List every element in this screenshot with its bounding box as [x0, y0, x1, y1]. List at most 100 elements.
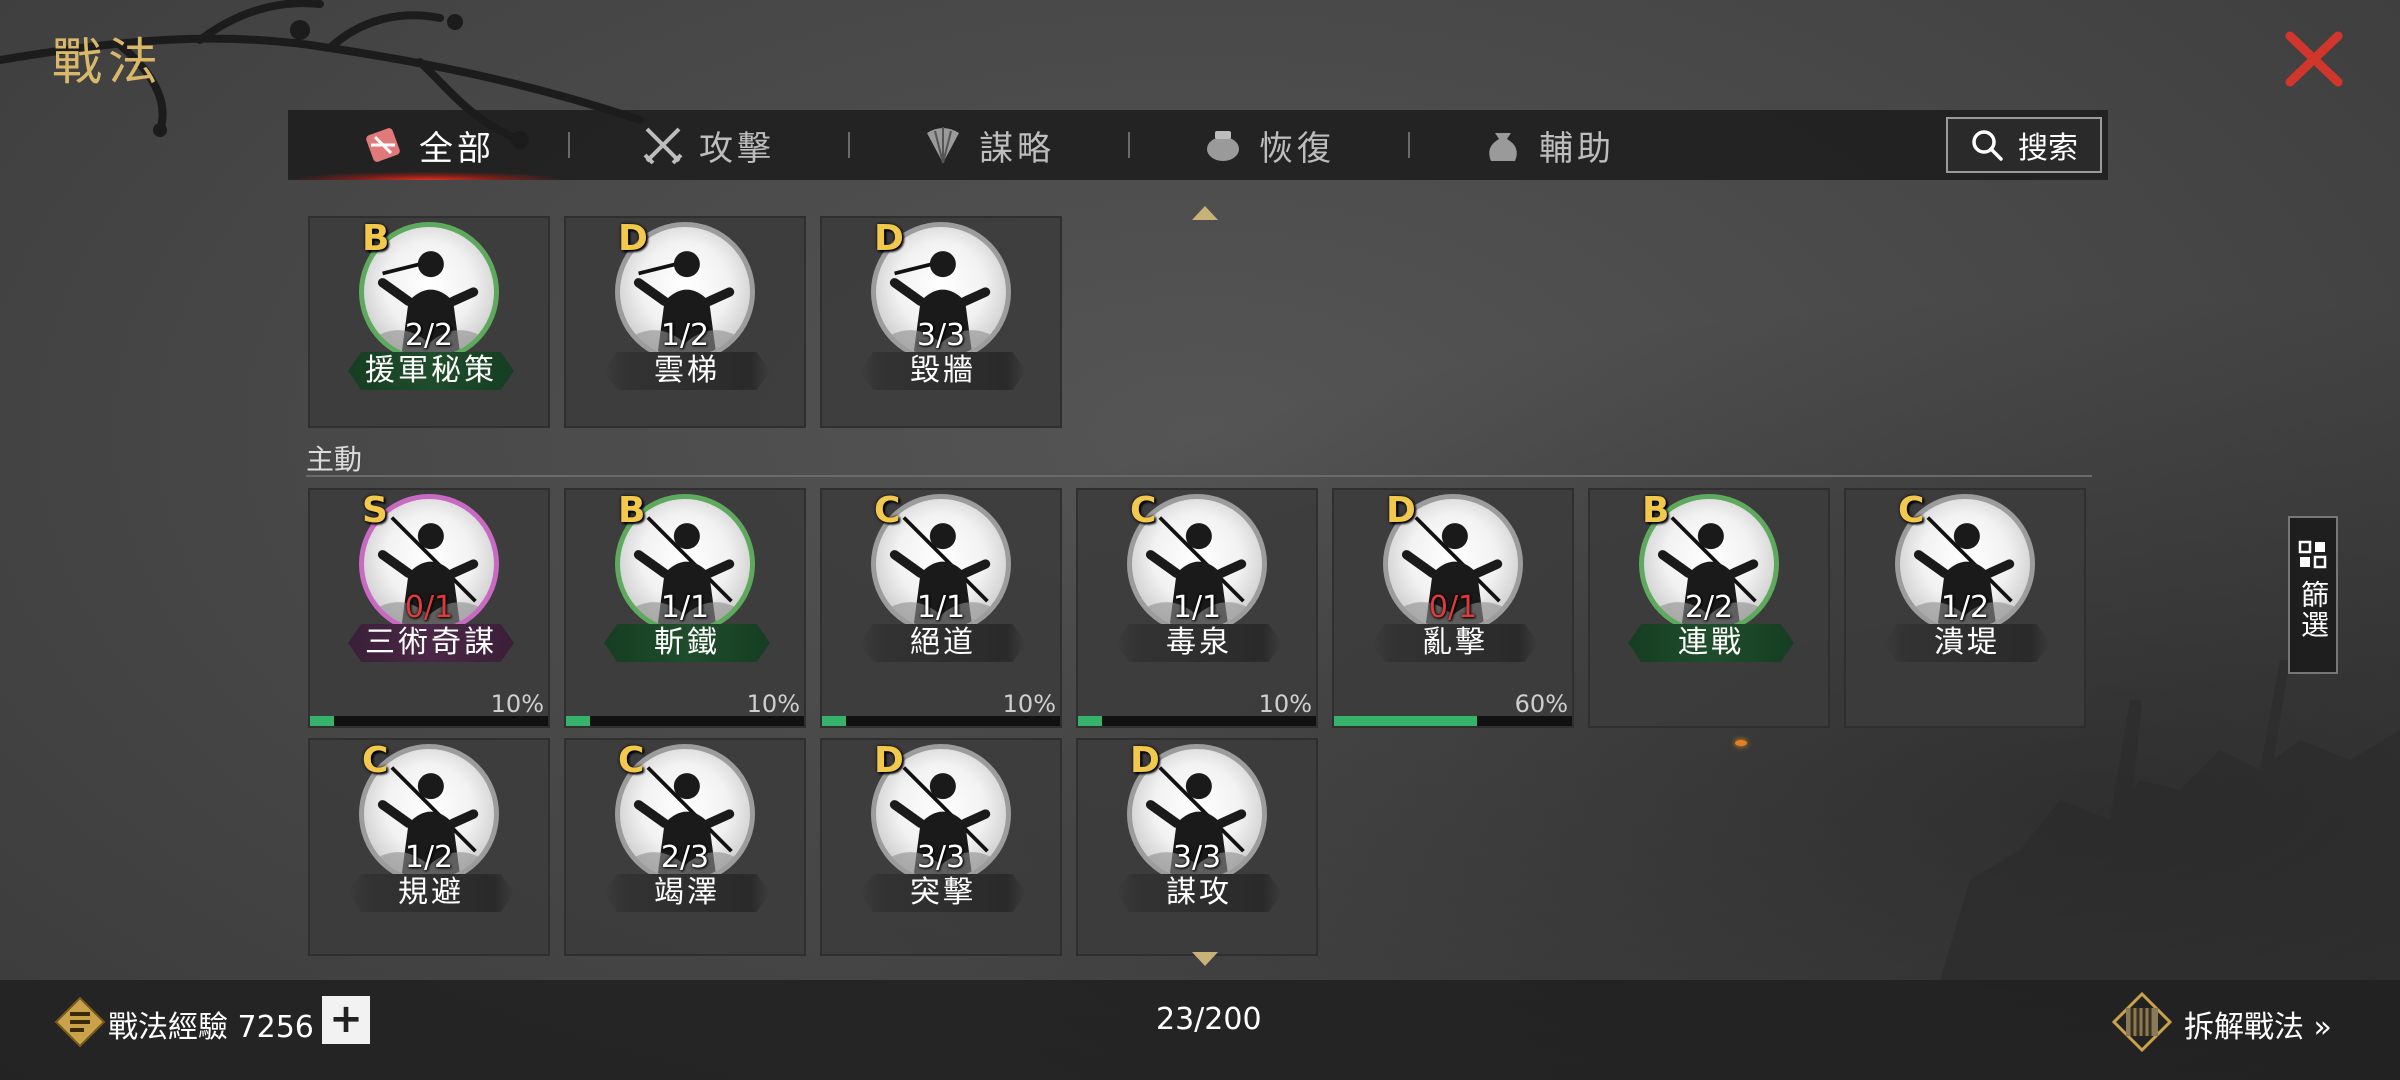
- progress-bar: [822, 716, 1060, 726]
- section-divider: [306, 475, 2092, 477]
- pill-jar-icon: [1207, 131, 1239, 161]
- tactic-name: 潰堤: [1884, 624, 2050, 662]
- tactic-name: 突擊: [860, 874, 1026, 912]
- category-tab-bar: 全部 攻擊 謀略 恢復 輔助: [288, 110, 2108, 180]
- tactic-name: 毀牆: [860, 352, 1026, 390]
- add-exp-button[interactable]: +: [322, 996, 370, 1044]
- tab-all[interactable]: 全部: [288, 110, 568, 180]
- tab-label: 全部: [419, 128, 495, 169]
- tab-label: 謀略: [979, 128, 1055, 169]
- tab-recovery[interactable]: 恢復: [1128, 110, 1408, 180]
- grade-badge: S: [362, 490, 388, 531]
- tactic-card[interactable]: C 1/1 絕道 10%: [820, 488, 1062, 728]
- scroll-up-icon[interactable]: [1192, 206, 1218, 220]
- grade-badge: C: [874, 490, 901, 531]
- search-label: 搜索: [2018, 131, 2078, 166]
- grade-badge: D: [874, 740, 904, 781]
- progress-percent: 60%: [1514, 690, 1568, 718]
- filter-label: 篩選: [2297, 580, 2330, 640]
- tactic-count: 2/2: [1684, 590, 1734, 625]
- progress-bar-fill: [822, 716, 846, 726]
- dismantle-button[interactable]: 拆解戰法 »: [2184, 1002, 2332, 1046]
- tactic-count: 2/2: [404, 318, 454, 353]
- section-active-label: 主動: [306, 443, 363, 476]
- tactic-name: 斬鐵: [604, 624, 770, 662]
- progress-bar-fill: [310, 716, 334, 726]
- progress-percent: 10%: [490, 690, 544, 718]
- tactic-count: 3/3: [916, 840, 966, 875]
- grade-badge: D: [1386, 490, 1416, 531]
- tactic-name: 援軍秘策: [348, 352, 514, 390]
- tactic-exp-label: 戰法經驗 7256: [108, 1010, 314, 1045]
- tactic-count: 3/3: [1172, 840, 1222, 875]
- inventory-count: 23/200: [1156, 1002, 1262, 1037]
- progress-bar-fill: [1078, 716, 1102, 726]
- filter-button[interactable]: 篩選: [2288, 516, 2338, 674]
- tactic-card[interactable]: C 1/2 規避: [308, 738, 550, 956]
- tactic-name: 規避: [348, 874, 514, 912]
- grade-badge: D: [874, 218, 904, 259]
- tactic-card[interactable]: D 3/3 毀牆: [820, 216, 1062, 428]
- grade-badge: C: [618, 740, 645, 781]
- tactic-count: 2/3: [660, 840, 710, 875]
- tactic-name: 雲梯: [604, 352, 770, 390]
- progress-bar: [1078, 716, 1316, 726]
- grade-badge: C: [362, 740, 389, 781]
- tactic-name: 毒泉: [1116, 624, 1282, 662]
- crossed-swords-icon: [643, 127, 683, 165]
- tactic-card[interactable]: C 1/2 潰堤: [1844, 488, 2086, 728]
- tactic-count: 1/2: [1940, 590, 1990, 625]
- tab-label: 攻擊: [699, 128, 775, 169]
- search-icon: [1972, 130, 2003, 161]
- progress-percent: 10%: [1258, 690, 1312, 718]
- tactic-name: 亂擊: [1372, 624, 1538, 662]
- tactic-card[interactable]: B 2/2 援軍秘策: [308, 216, 550, 428]
- progress-percent: 10%: [1002, 690, 1056, 718]
- tactic-count: 0/1: [1428, 590, 1478, 625]
- grade-badge: C: [1130, 490, 1157, 531]
- tactic-count: 1/1: [1172, 590, 1222, 625]
- progress-bar: [566, 716, 804, 726]
- tactic-count: 3/3: [916, 318, 966, 353]
- tactic-card[interactable]: S 0/1 三術奇謀 10%: [308, 488, 550, 728]
- scroll-down-icon[interactable]: [1192, 952, 1218, 966]
- progress-bar: [1334, 716, 1572, 726]
- tactic-card[interactable]: D 0/1 亂擊 60%: [1332, 488, 1574, 728]
- grade-badge: B: [1642, 490, 1670, 531]
- tactic-card[interactable]: D 3/3 謀攻: [1076, 738, 1318, 956]
- grade-badge: B: [618, 490, 646, 531]
- grid-filter-icon: [2298, 540, 2327, 569]
- feather-fan-icon: [927, 127, 959, 164]
- tactic-name: 絕道: [860, 624, 1026, 662]
- tactic-card[interactable]: B 2/2 連戰: [1588, 488, 1830, 728]
- grade-badge: B: [362, 218, 390, 259]
- ember-spark: [1735, 740, 1747, 746]
- tactic-count: 1/1: [916, 590, 966, 625]
- tab-attack[interactable]: 攻擊: [568, 110, 848, 180]
- tactic-card[interactable]: C 1/1 毒泉 10%: [1076, 488, 1318, 728]
- tactic-name: 竭澤: [604, 874, 770, 912]
- tactic-card[interactable]: D 3/3 突擊: [820, 738, 1062, 956]
- tactic-card[interactable]: C 2/3 竭澤: [564, 738, 806, 956]
- tab-label: 恢復: [1259, 128, 1335, 169]
- tactic-count: 1/2: [660, 318, 710, 353]
- grade-badge: C: [1898, 490, 1925, 531]
- progress-percent: 10%: [746, 690, 800, 718]
- pouch-icon: [1489, 133, 1517, 161]
- tab-support[interactable]: 輔助: [1408, 110, 1688, 180]
- tab-strategy[interactable]: 謀略: [848, 110, 1128, 180]
- tactic-card[interactable]: B 1/1 斬鐵 10%: [564, 488, 806, 728]
- tactic-name: 連戰: [1628, 624, 1794, 662]
- progress-bar-fill: [566, 716, 590, 726]
- tactic-exp-icon: [54, 996, 106, 1048]
- tactic-count: 1/2: [404, 840, 454, 875]
- tactic-count: 0/1: [404, 590, 454, 625]
- grade-badge: D: [618, 218, 648, 259]
- tactic-card[interactable]: D 1/2 雲梯: [564, 216, 806, 428]
- dismantle-icon[interactable]: [2112, 992, 2172, 1052]
- page-title: 戰法: [52, 33, 164, 91]
- search-button[interactable]: 搜索: [1946, 117, 2102, 173]
- all-scroll-icon: [366, 128, 400, 162]
- tactic-name: 謀攻: [1116, 874, 1282, 912]
- close-icon[interactable]: [2278, 22, 2350, 94]
